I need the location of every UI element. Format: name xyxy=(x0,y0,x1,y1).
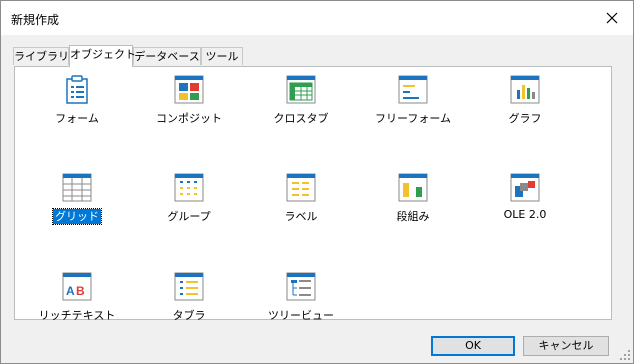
tab-tool[interactable]: ツール xyxy=(201,47,243,65)
ole-icon xyxy=(510,173,540,202)
freeform-icon xyxy=(398,75,428,104)
item-label: コンポジット xyxy=(156,112,222,125)
item-treeview[interactable]: ツリービュー xyxy=(246,268,356,328)
form-icon xyxy=(66,75,88,104)
item-tabular[interactable]: タブラ xyxy=(134,268,244,328)
richtext-b-letter: B xyxy=(76,284,85,298)
tabular-icon xyxy=(174,272,204,301)
group-icon xyxy=(174,173,204,202)
item-crosstab[interactable]: クロスタブ xyxy=(246,71,356,131)
item-form[interactable]: フォーム xyxy=(22,71,132,131)
item-label: クロスタブ xyxy=(273,112,329,125)
label-icon xyxy=(286,173,316,202)
tab-database[interactable]: データベース xyxy=(133,47,201,65)
graph-icon xyxy=(510,75,540,104)
item-label: フォーム xyxy=(55,112,99,125)
item-nup[interactable]: 段組み xyxy=(358,169,468,229)
item-ole[interactable]: OLE 2.0 xyxy=(470,169,580,229)
new-dialog-window: 新規作成 ライブラリ オブジェクト データベース ツール フォーム コンポジット… xyxy=(0,0,634,364)
cancel-button[interactable]: キャンセル xyxy=(523,336,609,356)
item-label: フリーフォーム xyxy=(374,112,451,125)
item-composite[interactable]: コンポジット xyxy=(134,71,244,131)
item-richtext[interactable]: A B リッチテキスト xyxy=(22,268,132,328)
richtext-icon: A B xyxy=(62,272,92,301)
item-label: グループ xyxy=(167,210,211,223)
item-label: ツリービュー xyxy=(268,309,334,322)
dialog-title: 新規作成 xyxy=(11,13,60,27)
close-icon xyxy=(606,12,618,24)
title-bar: 新規作成 xyxy=(1,1,633,35)
crosstab-icon xyxy=(286,75,316,104)
grid-icon xyxy=(62,173,92,202)
composite-icon xyxy=(174,75,204,104)
item-freeform[interactable]: フリーフォーム xyxy=(358,71,468,131)
tab-object[interactable]: オブジェクト xyxy=(69,45,136,67)
tab-library[interactable]: ライブラリ xyxy=(13,47,69,65)
n-up-icon xyxy=(398,173,428,202)
item-label: ラベル xyxy=(284,210,318,223)
item-label: タブラ xyxy=(172,309,206,322)
item-grid[interactable]: グリッド xyxy=(22,169,132,229)
resize-grip-icon[interactable] xyxy=(619,349,631,361)
item-label: グラフ xyxy=(508,112,542,125)
item-group[interactable]: グループ xyxy=(134,169,244,229)
treeview-icon xyxy=(286,272,316,301)
richtext-a-letter: A xyxy=(66,284,75,298)
item-label: リッチテキスト xyxy=(38,309,116,322)
close-button[interactable] xyxy=(597,5,627,31)
item-label: 段組み xyxy=(396,210,430,223)
item-label-dw[interactable]: ラベル xyxy=(246,169,356,229)
item-graph[interactable]: グラフ xyxy=(470,71,580,131)
item-label: グリッド xyxy=(52,208,102,225)
item-label: OLE 2.0 xyxy=(503,208,547,221)
object-list-panel: フォーム コンポジット クロスタブ フリーフォーム グラフ グリッド グループ … xyxy=(14,66,612,322)
ok-button[interactable]: OK xyxy=(431,336,515,356)
